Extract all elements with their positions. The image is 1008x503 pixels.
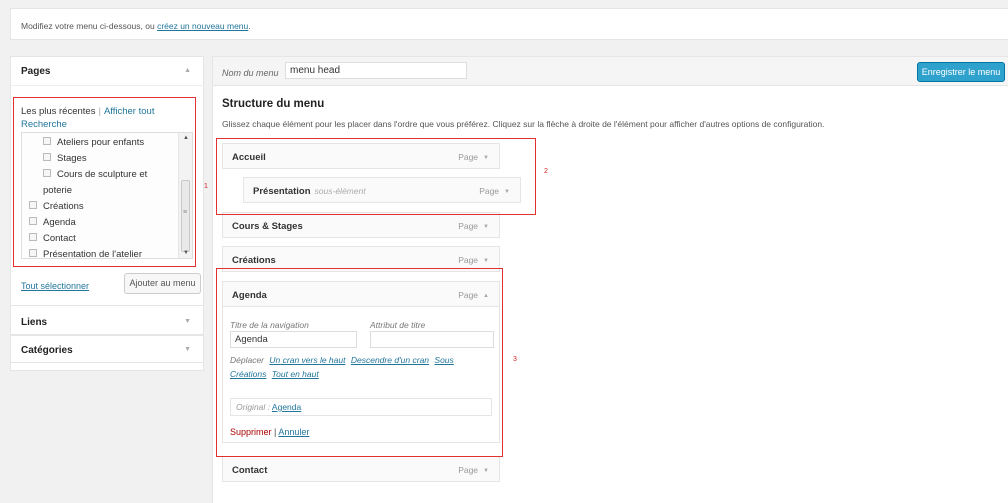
annotation-box-2 [216, 138, 536, 215]
categories-box-header[interactable]: Catégories ▼ [11, 336, 203, 364]
chevron-down-icon[interactable]: ▼ [483, 258, 489, 264]
pages-box-header[interactable]: Pages ▲ [11, 57, 203, 85]
menu-item-type[interactable]: Page ▼ [458, 465, 489, 475]
menu-item-type[interactable]: Page ▼ [458, 221, 489, 231]
menu-name-input[interactable]: menu head [285, 62, 467, 79]
links-box-title: Liens [21, 317, 48, 328]
annotation-number-3: 3 [513, 356, 517, 363]
categories-box-title: Catégories [21, 345, 73, 356]
expand-down-icon[interactable]: ▼ [184, 318, 191, 325]
menu-name-label: Nom du menu [222, 68, 279, 78]
create-menu-link[interactable]: créez un nouveau menu [157, 21, 248, 31]
menu-notice: Modifiez votre menu ci-dessous, ou créez… [10, 8, 1008, 40]
menu-item-cours-stages[interactable]: Cours & Stages Page ▼ [222, 212, 500, 238]
menu-item-title: Cours & Stages [232, 221, 303, 232]
links-box-header[interactable]: Liens ▼ [11, 306, 203, 334]
expand-down-icon[interactable]: ▼ [184, 346, 191, 353]
notice-text: Modifiez votre menu ci-dessous, ou [21, 21, 158, 31]
pages-box-title: Pages [21, 66, 51, 77]
divider [11, 85, 205, 86]
structure-description: Glissez chaque élément pour les placer d… [222, 119, 825, 129]
menu-item-title: Créations [232, 255, 276, 266]
box-bottom [10, 363, 204, 371]
structure-title: Structure du menu [222, 98, 325, 110]
menu-item-type[interactable]: Page ▼ [458, 255, 489, 265]
menu-item-contact[interactable]: Contact Page ▼ [222, 456, 500, 482]
links-box[interactable]: Liens ▼ [10, 305, 204, 335]
select-all-link[interactable]: Tout sélectionner [21, 281, 89, 291]
collapse-up-icon[interactable]: ▲ [184, 67, 191, 74]
annotation-box-3 [216, 268, 503, 457]
chevron-down-icon[interactable]: ▼ [483, 468, 489, 474]
categories-box[interactable]: Catégories ▼ [10, 335, 204, 363]
chevron-down-icon[interactable]: ▼ [483, 224, 489, 230]
notice-suffix: . [248, 21, 251, 31]
annotation-box-1 [13, 97, 196, 267]
annotation-number-2: 2 [544, 168, 548, 175]
save-menu-button[interactable]: Enregistrer le menu [917, 62, 1005, 82]
menu-item-title: Contact [232, 465, 268, 476]
add-to-menu-button[interactable]: Ajouter au menu [124, 273, 201, 294]
annotation-number-1: 1 [204, 183, 208, 190]
menu-header: Nom du menu menu head Enregistrer le men… [212, 56, 1008, 86]
